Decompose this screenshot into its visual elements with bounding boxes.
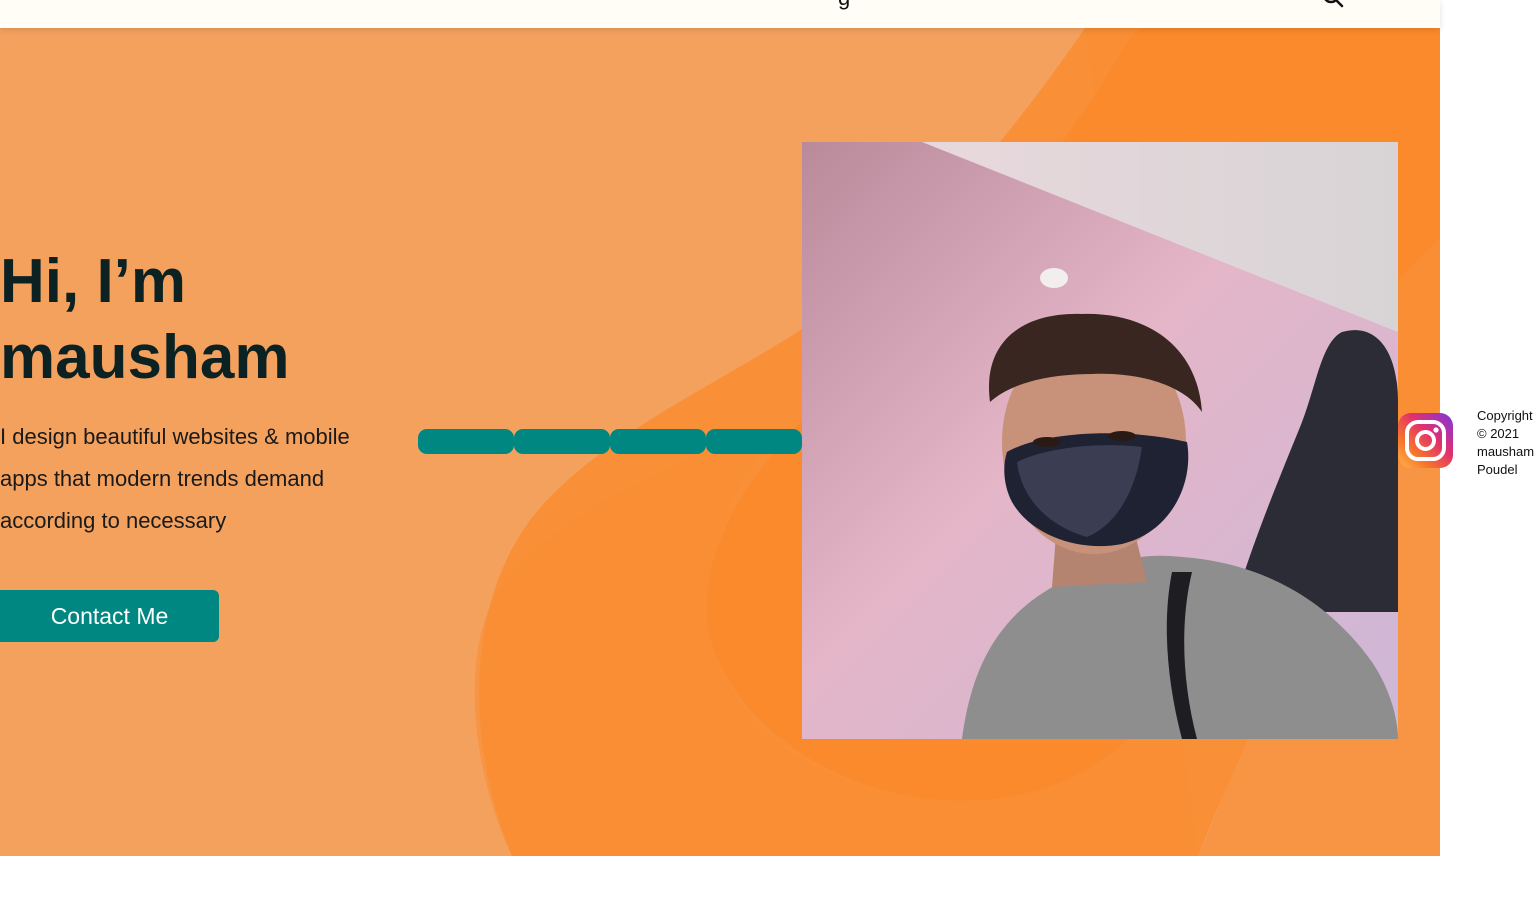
page: g Hi, I’m mausham I design beautiful web…: [0, 0, 1536, 900]
top-navbar: g: [0, 0, 1440, 28]
nav-link[interactable]: g: [838, 0, 850, 10]
hero-section: Hi, I’m mausham I design beautiful websi…: [0, 28, 1440, 856]
accent-bar-segment: [514, 429, 610, 454]
instagram-link[interactable]: [1398, 413, 1453, 468]
copyright-text: Copyright © 2021 mausham Poudel: [1477, 408, 1535, 477]
accent-bar-group: [418, 429, 802, 454]
profile-photo: [802, 142, 1398, 739]
accent-bar-segment: [610, 429, 706, 454]
accent-bar-segment: [418, 429, 514, 454]
hero-subtitle: I design beautiful websites & mobile app…: [0, 424, 350, 533]
search-icon[interactable]: [1322, 0, 1344, 8]
accent-bar-segment: [706, 429, 802, 454]
instagram-icon: [1405, 420, 1446, 461]
hero-title: Hi, I’m mausham: [0, 247, 290, 392]
contact-me-button[interactable]: Contact Me: [0, 590, 219, 642]
